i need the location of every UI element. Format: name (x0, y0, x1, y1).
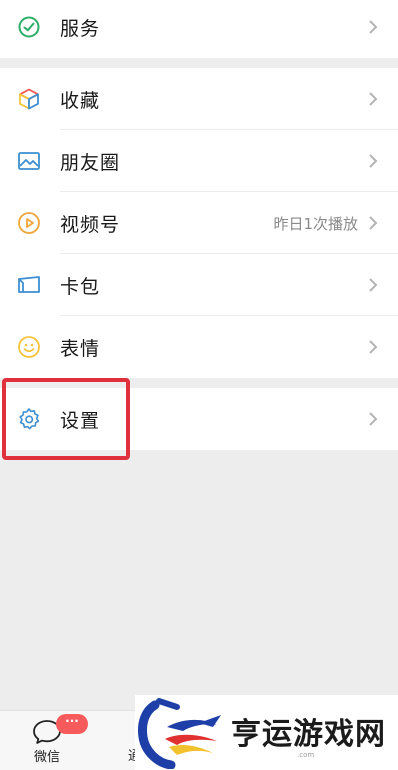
tab-label: 微信 (34, 750, 61, 765)
card-wallet-icon (16, 272, 42, 298)
chevron-right-icon (369, 216, 378, 230)
service-check-icon (16, 14, 42, 40)
favorites-cube-icon (16, 86, 42, 112)
menu-item-label: 卡包 (60, 275, 101, 298)
channels-play-count: 昨日1次播放 (273, 214, 358, 233)
settings-gear-icon (16, 406, 42, 432)
menu-group-services: 服务 (0, 0, 398, 58)
menu-item-channels[interactable]: 视频号 昨日1次播放 (0, 192, 398, 254)
menu-item-card-wallet[interactable]: 卡包 (0, 254, 398, 316)
watermark-logo-icon (138, 698, 221, 769)
menu-group-main: 收藏 朋友圈 视频号 昨日1次播放 卡包 表情 (0, 68, 398, 378)
menu-item-label: 设置 (60, 409, 101, 432)
chevron-right-icon (369, 20, 378, 34)
unread-badge: ··· (56, 714, 88, 734)
menu-item-favorites[interactable]: 收藏 (0, 68, 398, 130)
watermark-domain: .com (297, 751, 315, 759)
chevron-right-icon (369, 92, 378, 106)
watermark: 亨运游戏网 .com (135, 695, 398, 770)
channels-play-icon (16, 210, 42, 236)
chevron-right-icon (369, 412, 378, 426)
menu-item-label: 视频号 (60, 213, 121, 236)
chevron-right-icon (369, 154, 378, 168)
watermark-text: 亨运游戏网 (231, 717, 386, 752)
chevron-right-icon (369, 340, 378, 354)
moments-image-icon (16, 148, 42, 174)
menu-item-services[interactable]: 服务 (0, 0, 398, 58)
menu-item-label: 朋友圈 (60, 151, 121, 174)
chevron-right-icon (369, 278, 378, 292)
menu-item-label: 收藏 (60, 89, 101, 112)
menu-group-settings: 设置 (0, 388, 398, 450)
menu-item-settings[interactable]: 设置 (0, 388, 398, 450)
menu-item-moments[interactable]: 朋友圈 (0, 130, 398, 192)
menu-item-label: 服务 (60, 17, 101, 40)
menu-item-stickers[interactable]: 表情 (0, 316, 398, 378)
sticker-smile-icon (16, 334, 42, 360)
menu-item-label: 表情 (60, 337, 101, 360)
